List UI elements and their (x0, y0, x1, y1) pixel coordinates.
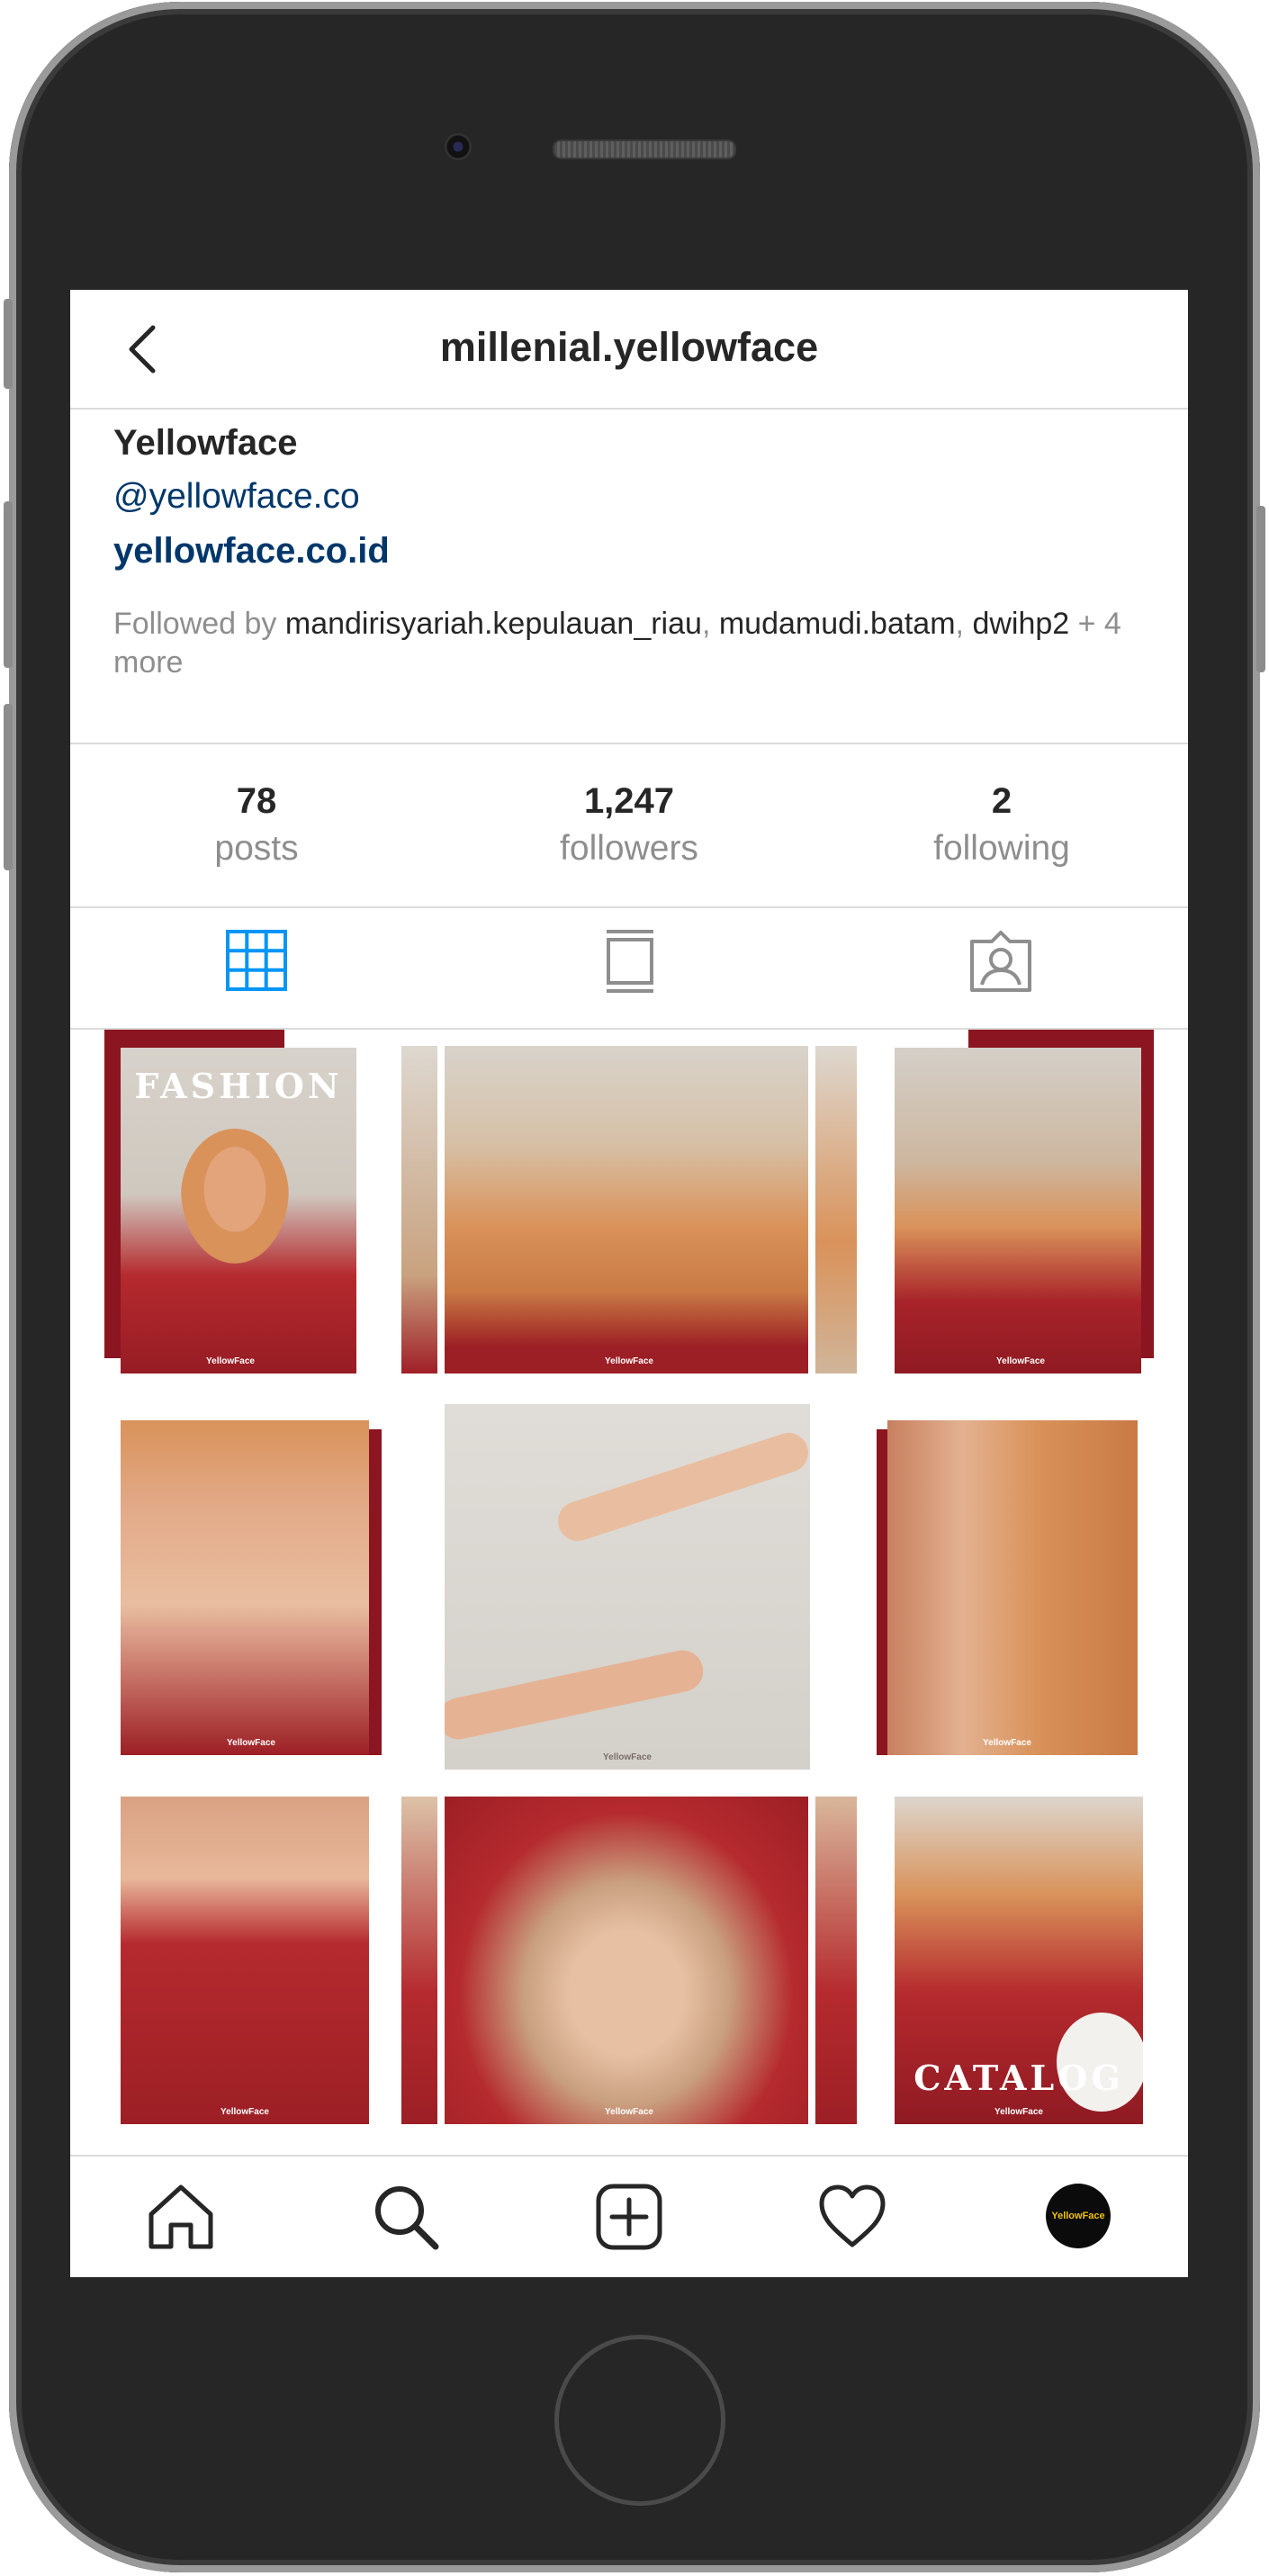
volume-down-button (4, 704, 13, 870)
post-tile[interactable]: YellowFace (121, 1797, 369, 2124)
post-overlay-text: CATALOG (914, 2058, 1124, 2098)
stat-label: posts (214, 829, 299, 868)
post-tile[interactable]: YellowFace (445, 1404, 810, 1770)
post-tile[interactable]: YellowFace (121, 1420, 382, 1755)
post-caption: YellowFace (220, 2107, 269, 2117)
app-screen: millenial.yellowface Yellowface @yellowf… (70, 290, 1188, 2277)
post-caption: YellowFace (996, 1356, 1045, 1366)
post-tile[interactable]: CATALOG YellowFace (895, 1797, 1143, 2124)
stat-label: following (933, 829, 1070, 868)
power-button (1256, 506, 1265, 672)
stat-value: 2 (991, 781, 1012, 821)
mute-switch (4, 299, 13, 389)
feed-icon[interactable] (605, 929, 655, 994)
stat-posts[interactable]: 78 posts (70, 779, 443, 874)
post-tile[interactable]: YellowFace (401, 1046, 857, 1374)
post-caption: YellowFace (605, 1356, 653, 1366)
post-caption: YellowFace (994, 2107, 1043, 2117)
post-caption: YellowFace (227, 1738, 275, 1748)
post-tile[interactable]: YellowFace (401, 1797, 857, 2124)
follower-user[interactable]: mandirisyariah.kepulauan_riau (285, 607, 702, 641)
activity-icon[interactable] (817, 2182, 887, 2252)
stat-value: 1,247 (583, 781, 675, 821)
new-post-icon[interactable] (594, 2182, 664, 2252)
post-tile[interactable]: YellowFace (877, 1420, 1138, 1755)
profile-avatar[interactable]: YellowFace (1046, 2184, 1111, 2248)
stat-label: followers (560, 829, 698, 868)
profile-website-link[interactable]: yellowface.co.id (113, 524, 1157, 578)
post-caption: YellowFace (983, 1738, 1031, 1748)
grid-icon[interactable] (225, 929, 288, 992)
profile-bio: Yellowface @yellowface.co yellowface.co.… (113, 416, 1157, 682)
post-tile[interactable]: FASHION YellowFace (104, 1030, 356, 1374)
followed-by-prefix: Followed by (113, 607, 285, 641)
profile-name: Yellowface (113, 423, 298, 463)
profile-stats: 78 posts 1,247 followers 2 following (70, 743, 1188, 908)
top-bar: millenial.yellowface (70, 290, 1188, 410)
post-overlay-text: FASHION (134, 1066, 343, 1106)
tagged-icon[interactable] (968, 929, 1033, 994)
home-button[interactable] (554, 2335, 725, 2506)
post-tile[interactable]: YellowFace (887, 1030, 1154, 1374)
post-caption: YellowFace (605, 2107, 653, 2117)
stat-following[interactable]: 2 following (815, 779, 1188, 874)
bottom-navigation: YellowFace (70, 2155, 1188, 2277)
page-title: millenial.yellowface (439, 324, 819, 370)
post-caption: YellowFace (206, 1356, 255, 1366)
follower-user[interactable]: dwihp2 (972, 607, 1069, 641)
home-icon[interactable] (146, 2182, 216, 2252)
profile-tabs (70, 907, 1188, 1030)
volume-up-button (4, 501, 13, 668)
stat-followers[interactable]: 1,247 followers (443, 779, 815, 874)
search-icon[interactable] (371, 2182, 441, 2252)
earpiece-speaker (553, 140, 736, 159)
posts-grid: FASHION YellowFace YellowFace YellowFace… (70, 1030, 1188, 2155)
front-camera (445, 133, 472, 160)
followed-by-text[interactable]: Followed by mandirisyariah.kepulauan_ria… (113, 605, 1157, 682)
profile-mention-link[interactable]: @yellowface.co (113, 470, 1157, 524)
stat-value: 78 (236, 781, 277, 821)
post-caption: YellowFace (603, 1752, 652, 1762)
follower-user[interactable]: mudamudi.batam (719, 607, 956, 641)
